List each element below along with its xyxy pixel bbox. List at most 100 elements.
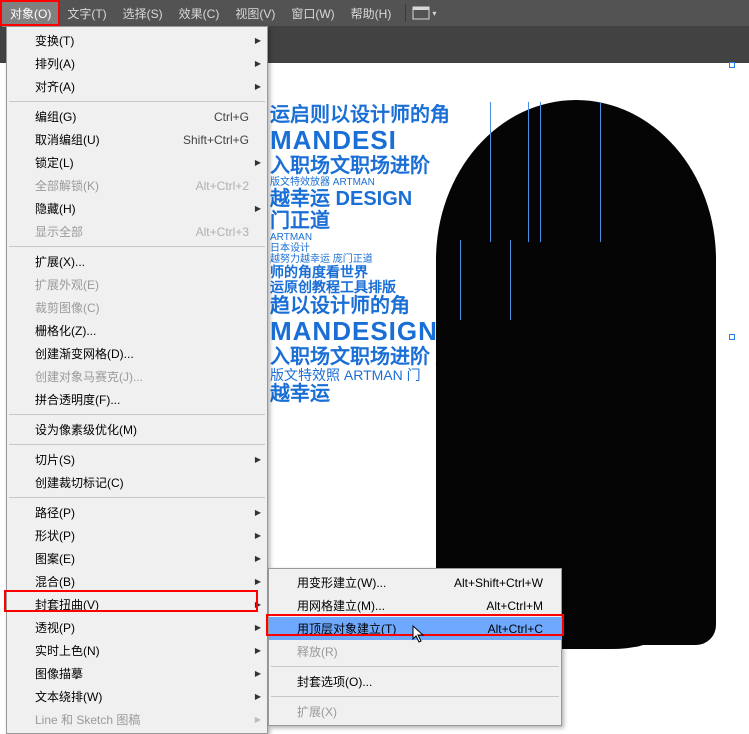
menu-item: 创建对象马赛克(J)... — [7, 365, 267, 388]
menu-item-label: 栅格化(Z)... — [35, 322, 96, 339]
menu-item[interactable]: 扩展(X)... — [7, 250, 267, 273]
menu-window[interactable]: 窗口(W) — [283, 0, 342, 27]
menu-type[interactable]: 文字(T) — [59, 0, 114, 27]
object-menu-dropdown: 变换(T) 排列(A) 对齐(A) 编组(G) Ctrl+G 取消编组(U) Shift+C… — [6, 26, 268, 734]
collage-text: 版文特效放器 ARTMAN — [270, 177, 450, 188]
collage-text: 运原创教程工具排版 — [270, 280, 450, 295]
collage-text: ARTMAN — [270, 232, 450, 243]
selection-handle[interactable] — [729, 62, 735, 68]
menu-item[interactable]: 图案(E) — [7, 547, 267, 570]
menu-item: 裁剪图像(C) — [7, 296, 267, 319]
menu-item-label: 取消编组(U) — [35, 131, 100, 148]
menu-item-shortcut: Ctrl+G — [214, 110, 249, 124]
menubar: 对象(O) 文字(T) 选择(S) 效果(C) 视图(V) 窗口(W) 帮助(H… — [0, 0, 749, 26]
menu-item-label: 全部解锁(K) — [35, 177, 99, 194]
submenu-item[interactable]: 用变形建立(W)... Alt+Shift+Ctrl+W — [269, 571, 561, 594]
mouse-cursor — [412, 625, 426, 648]
menu-item-label: 锁定(L) — [35, 154, 74, 171]
menu-item[interactable]: 隐藏(H) — [7, 197, 267, 220]
menu-view[interactable]: 视图(V) — [227, 0, 283, 27]
menu-item-label: 扩展(X)... — [35, 253, 85, 270]
menu-item[interactable]: 创建裁切标记(C) — [7, 471, 267, 494]
menu-item[interactable]: 图像描摹 — [7, 662, 267, 685]
menu-item[interactable]: 形状(P) — [7, 524, 267, 547]
menu-item[interactable]: 文本绕排(W) — [7, 685, 267, 708]
menu-item: 全部解锁(K)Alt+Ctrl+2 — [7, 174, 267, 197]
menu-separator — [9, 414, 265, 415]
menu-item-shortcut: Alt+Ctrl+3 — [196, 225, 249, 239]
menu-item-label: 混合(B) — [35, 573, 75, 590]
menu-item[interactable]: 变换(T) — [7, 29, 267, 52]
menubar-divider — [405, 4, 406, 22]
menu-item[interactable]: 路径(P) — [7, 501, 267, 524]
menu-select[interactable]: 选择(S) — [115, 0, 171, 27]
arrange-documents-button[interactable]: ▾ — [412, 6, 436, 20]
submenu-item-shortcut: Alt+Ctrl+M — [486, 599, 543, 613]
menu-item-label: 创建裁切标记(C) — [35, 474, 124, 491]
menu-item-label: 文本绕排(W) — [35, 688, 102, 705]
menu-item-label: 路径(P) — [35, 504, 75, 521]
menu-item-label: 切片(S) — [35, 451, 75, 468]
menu-item-label: 设为像素级优化(M) — [35, 421, 137, 438]
menu-separator — [9, 497, 265, 498]
collage-text: 越幸运 DESIGN — [270, 188, 450, 210]
menu-effect[interactable]: 效果(C) — [171, 0, 228, 27]
menu-item-label: 图像描摹 — [35, 665, 83, 682]
menu-item[interactable]: 设为像素级优化(M) — [7, 418, 267, 441]
menu-item-label: 拼合透明度(F)... — [35, 391, 120, 408]
menu-item[interactable]: 拼合透明度(F)... — [7, 388, 267, 411]
collage-text: 版文特效照 ARTMAN 门 — [270, 368, 450, 383]
chevron-down-icon: ▾ — [432, 9, 436, 18]
submenu-item: 扩展(X) — [269, 700, 561, 723]
submenu-item-label: 用网格建立(M)... — [297, 597, 385, 614]
menu-item[interactable]: 锁定(L) — [7, 151, 267, 174]
menu-item-label: 隐藏(H) — [35, 200, 76, 217]
menu-item-label: 实时上色(N) — [35, 642, 100, 659]
submenu-item-label: 释放(R) — [297, 643, 338, 660]
collage-text: 越幸运 — [270, 383, 450, 405]
submenu-item-label: 用变形建立(W)... — [297, 574, 386, 591]
menu-item[interactable]: 创建渐变网格(D)... — [7, 342, 267, 365]
menu-help[interactable]: 帮助(H) — [343, 0, 400, 27]
menu-item-label: 封套扭曲(V) — [35, 596, 99, 613]
menu-item: Line 和 Sketch 图稿 — [7, 708, 267, 731]
submenu-item-label: 扩展(X) — [297, 703, 337, 720]
menu-item-shortcut: Shift+Ctrl+G — [183, 133, 249, 147]
menu-item-label: 创建渐变网格(D)... — [35, 345, 134, 362]
menu-object[interactable]: 对象(O) — [2, 0, 59, 27]
menu-separator — [9, 101, 265, 102]
menu-item[interactable]: 编组(G) Ctrl+G — [7, 105, 267, 128]
menu-item-label: 显示全部 — [35, 223, 83, 240]
menu-item-label: 透视(P) — [35, 619, 75, 636]
submenu-item[interactable]: 用网格建立(M)... Alt+Ctrl+M — [269, 594, 561, 617]
menu-item[interactable]: 对齐(A) — [7, 75, 267, 98]
menu-item-label: 创建对象马赛克(J)... — [35, 368, 143, 385]
collage-text: 越努力越幸运 庞门正道 — [270, 254, 450, 265]
menu-item[interactable]: 封套扭曲(V) — [7, 593, 267, 616]
menu-item[interactable]: 栅格化(Z)... — [7, 319, 267, 342]
menu-item[interactable]: 混合(B) — [7, 570, 267, 593]
collage-text: MANDESI — [270, 126, 450, 155]
submenu-item-label: 封套选项(O)... — [297, 673, 372, 690]
submenu-item-shortcut: Alt+Shift+Ctrl+W — [454, 576, 543, 590]
menu-separator — [271, 666, 559, 667]
selection-handle[interactable] — [729, 334, 735, 340]
menu-item[interactable]: 实时上色(N) — [7, 639, 267, 662]
menu-item-label: 变换(T) — [35, 32, 74, 49]
menu-item-label: 排列(A) — [35, 55, 75, 72]
menu-item-label: 编组(G) — [35, 108, 76, 125]
menu-item[interactable]: 取消编组(U) Shift+Ctrl+G — [7, 128, 267, 151]
collage-text: 入职场文职场进阶 — [270, 155, 450, 177]
menu-item: 显示全部 Alt+Ctrl+3 — [7, 220, 267, 243]
menu-item[interactable]: 透视(P) — [7, 616, 267, 639]
menu-item-label: 裁剪图像(C) — [35, 299, 100, 316]
menu-item: 扩展外观(E) — [7, 273, 267, 296]
submenu-item-shortcut: Alt+Ctrl+C — [488, 622, 543, 636]
collage-text: 门正道 — [270, 210, 450, 232]
collage-text: 师的角度看世界 — [270, 265, 450, 280]
menu-item-label: 图案(E) — [35, 550, 75, 567]
collage-text: 运启则以设计师的角 — [270, 104, 450, 126]
menu-item[interactable]: 排列(A) — [7, 52, 267, 75]
submenu-item[interactable]: 封套选项(O)... — [269, 670, 561, 693]
menu-item[interactable]: 切片(S) — [7, 448, 267, 471]
